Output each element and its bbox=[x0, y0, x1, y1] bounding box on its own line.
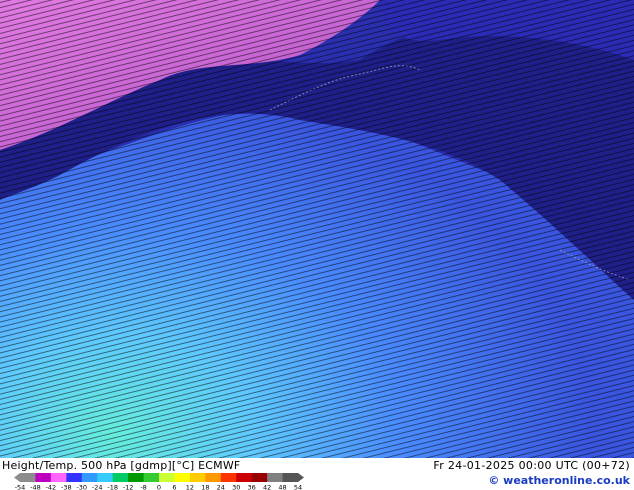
wind-barb-overlay bbox=[0, 0, 634, 458]
scale-arrow-left bbox=[14, 473, 20, 482]
scale-swatch bbox=[50, 473, 67, 482]
scale-swatch bbox=[35, 473, 52, 482]
scale-swatch bbox=[112, 473, 129, 482]
scale-arrow-right bbox=[298, 473, 304, 482]
scale-tick-label: 30 bbox=[232, 484, 240, 490]
weather-map bbox=[0, 0, 634, 458]
scale-tick-label: -48 bbox=[30, 484, 41, 490]
scale-tick-label: -8 bbox=[140, 484, 146, 490]
scale-swatch bbox=[220, 473, 237, 482]
color-scale: -54 -48 -42 -38 -30 -24 -18 -12 -8 0 6 12 18 24 30 36 42… bbox=[14, 472, 304, 490]
scale-swatch bbox=[236, 473, 253, 482]
scale-tick-label: 54 bbox=[294, 484, 302, 490]
scale-tick-label: -30 bbox=[76, 484, 87, 490]
scale-tick-label: 18 bbox=[201, 484, 209, 490]
credit-link[interactable]: © weatheronline.co.uk bbox=[488, 474, 630, 487]
scale-tick-label: 24 bbox=[217, 484, 225, 490]
scale-tick-label: -42 bbox=[46, 484, 57, 490]
scale-tick-label: -24 bbox=[92, 484, 103, 490]
scale-swatch bbox=[205, 473, 222, 482]
scale-swatch bbox=[251, 473, 268, 482]
scale-tick-label: 6 bbox=[172, 484, 176, 490]
scale-tick-label: 42 bbox=[263, 484, 271, 490]
scale-swatch bbox=[282, 473, 299, 482]
scale-tick-label: -38 bbox=[61, 484, 72, 490]
scale-tick-label: 36 bbox=[248, 484, 256, 490]
scale-tick-label: -12 bbox=[123, 484, 134, 490]
map-canvas bbox=[0, 0, 634, 458]
scale-tick-label: 12 bbox=[186, 484, 194, 490]
scale-tick-label: 0 bbox=[157, 484, 161, 490]
scale-tick-label: -18 bbox=[107, 484, 118, 490]
scale-swatch bbox=[159, 473, 175, 482]
footer-bar: Height/Temp. 500 hPa [gdmp][°C] ECMWF Fr… bbox=[0, 458, 634, 490]
scale-swatch bbox=[267, 473, 284, 482]
scale-swatch bbox=[128, 473, 145, 482]
scale-swatch bbox=[143, 473, 160, 482]
scale-swatch bbox=[81, 473, 98, 482]
scale-tick-label: 48 bbox=[278, 484, 286, 490]
map-title: Height/Temp. 500 hPa [gdmp][°C] ECMWF bbox=[2, 459, 241, 472]
scale-swatch bbox=[174, 473, 191, 482]
scale-swatch bbox=[20, 473, 36, 482]
scale-swatch bbox=[66, 473, 83, 482]
scale-swatch bbox=[97, 473, 114, 482]
valid-datetime: Fr 24-01-2025 00:00 UTC (00+72) bbox=[433, 459, 630, 472]
color-scale-svg: -54 -48 -42 -38 -30 -24 -18 -12 -8 0 6 12 18 24 30 36 42… bbox=[14, 473, 304, 490]
scale-tick-label: -54 bbox=[15, 484, 26, 490]
scale-swatch bbox=[189, 473, 206, 482]
